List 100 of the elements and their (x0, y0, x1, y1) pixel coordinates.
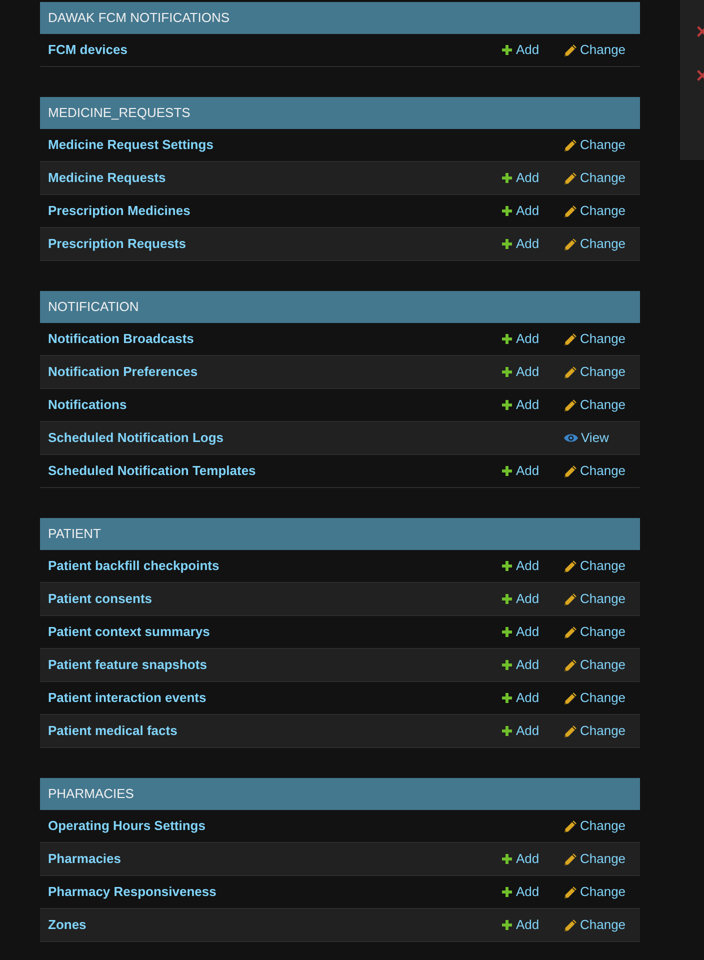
pencil-icon (564, 918, 577, 932)
model-link[interactable]: Prescription Requests (48, 236, 186, 252)
plus-icon (502, 594, 512, 604)
model-link[interactable]: Notification Preferences (48, 364, 198, 380)
change-link[interactable]: Change (564, 884, 626, 900)
add-link[interactable]: Add (502, 690, 540, 706)
plus-icon (502, 660, 512, 670)
change-link[interactable]: Change (564, 690, 626, 706)
change-link[interactable]: Change (564, 723, 626, 739)
pencil-icon (564, 692, 577, 704)
add-link[interactable]: Add (502, 884, 540, 900)
pencil-icon (564, 398, 577, 412)
plus-icon (502, 920, 512, 930)
change-link[interactable]: Change (564, 331, 626, 347)
change-link[interactable]: Change (564, 624, 626, 640)
plus-icon (502, 561, 512, 571)
add-link[interactable]: Add (502, 170, 540, 186)
model-link[interactable]: Patient feature snapshots (48, 657, 207, 673)
model-link[interactable]: Operating Hours Settings (48, 818, 206, 834)
section-header[interactable]: NOTIFICATION (40, 291, 640, 323)
plus-icon (502, 239, 512, 249)
add-link[interactable]: Add (502, 397, 540, 413)
add-link[interactable]: Add (502, 624, 540, 640)
delete-icon (697, 70, 704, 81)
add-link[interactable]: Add (502, 42, 540, 58)
model-link[interactable]: FCM devices (48, 42, 128, 58)
model-link[interactable]: Prescription Medicines (48, 203, 190, 219)
section-header[interactable]: PHARMACIES (40, 778, 640, 810)
add-link[interactable]: Add (502, 331, 540, 347)
change-link[interactable]: Change (564, 917, 626, 933)
view-link[interactable]: View (564, 430, 609, 446)
add-link[interactable]: Add (502, 657, 540, 673)
change-link[interactable]: Change (564, 137, 626, 153)
pencil-icon (564, 886, 577, 898)
change-link[interactable]: Change (564, 397, 626, 413)
pencil-icon (564, 44, 577, 56)
model-link[interactable]: Patient consents (48, 591, 152, 607)
plus-icon (502, 334, 512, 344)
section-header[interactable]: PATIENT (40, 518, 640, 550)
pencil-icon (564, 658, 577, 672)
pencil-icon (564, 204, 577, 218)
plus-icon (502, 173, 512, 183)
add-link[interactable]: Add (502, 851, 540, 867)
model-link[interactable]: Zones (48, 917, 86, 933)
model-link[interactable]: Patient medical facts (48, 723, 178, 739)
model-link[interactable]: Scheduled Notification Logs (48, 430, 224, 446)
plus-icon (502, 400, 512, 410)
section-header[interactable]: DAWAK FCM NOTIFICATIONS (40, 2, 640, 34)
pencil-icon (564, 464, 577, 478)
plus-icon (502, 693, 512, 703)
add-link[interactable]: Add (502, 917, 540, 933)
pencil-icon (564, 626, 577, 638)
model-link[interactable]: Medicine Requests (48, 170, 166, 186)
plus-icon (502, 206, 512, 216)
plus-icon (502, 466, 512, 476)
pencil-icon (564, 332, 577, 346)
change-link[interactable]: Change (564, 170, 626, 186)
model-link[interactable]: Scheduled Notification Templates (48, 463, 256, 479)
add-link[interactable]: Add (502, 723, 540, 739)
delete-icon (697, 26, 704, 37)
change-link[interactable]: Change (564, 851, 626, 867)
plus-icon (502, 627, 512, 637)
plus-icon (502, 726, 512, 736)
add-link[interactable]: Add (502, 558, 540, 574)
pencil-icon (564, 592, 577, 606)
pencil-icon (564, 560, 577, 572)
model-link[interactable]: Notification Broadcasts (48, 331, 194, 347)
plus-icon (502, 45, 512, 55)
pencil-icon (564, 852, 577, 866)
plus-icon (502, 854, 512, 864)
change-link[interactable]: Change (564, 558, 626, 574)
model-link[interactable]: Patient interaction events (48, 690, 206, 706)
eye-icon (564, 433, 578, 443)
model-link[interactable]: Patient context summarys (48, 624, 210, 640)
add-link[interactable]: Add (502, 591, 540, 607)
model-link[interactable]: Pharmacies (48, 851, 121, 867)
pencil-icon (564, 724, 577, 738)
pencil-icon (564, 172, 577, 184)
pencil-icon (564, 820, 577, 832)
section-header[interactable]: MEDICINE_REQUESTS (40, 97, 640, 129)
change-link[interactable]: Change (564, 818, 626, 834)
model-link[interactable]: Patient backfill checkpoints (48, 558, 220, 574)
model-link[interactable]: Notifications (48, 397, 127, 413)
add-link[interactable]: Add (502, 463, 540, 479)
pencil-icon (564, 238, 577, 250)
add-link[interactable]: Add (502, 203, 540, 219)
change-link[interactable]: Change (564, 591, 626, 607)
change-link[interactable]: Change (564, 203, 626, 219)
add-link[interactable]: Add (502, 236, 540, 252)
change-link[interactable]: Change (564, 42, 626, 58)
model-link[interactable]: Pharmacy Responsiveness (48, 884, 216, 900)
plus-icon (502, 367, 512, 377)
pencil-icon (564, 138, 577, 152)
plus-icon (502, 887, 512, 897)
change-link[interactable]: Change (564, 657, 626, 673)
add-link[interactable]: Add (502, 364, 540, 380)
change-link[interactable]: Change (564, 236, 626, 252)
change-link[interactable]: Change (564, 364, 626, 380)
model-link[interactable]: Medicine Request Settings (48, 137, 214, 153)
change-link[interactable]: Change (564, 463, 626, 479)
